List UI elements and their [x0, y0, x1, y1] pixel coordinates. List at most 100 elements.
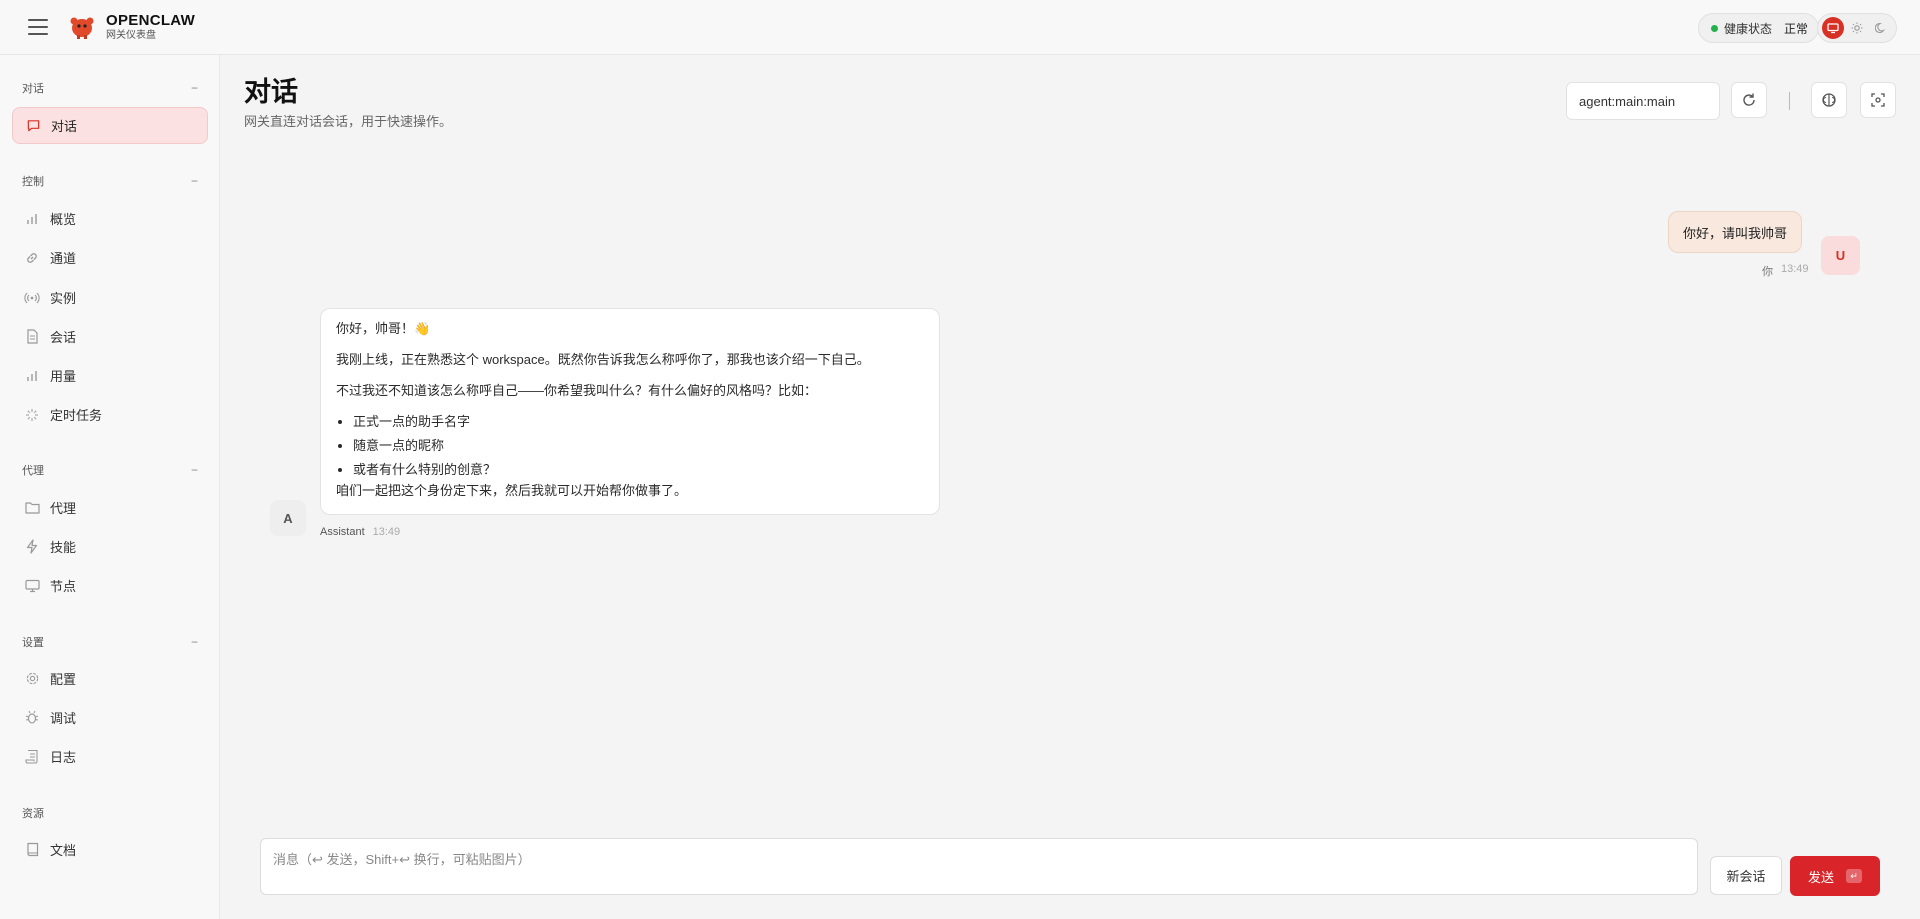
file-icon — [24, 329, 40, 345]
sidebar-item-label: 配置 — [50, 672, 77, 687]
sidebar-item-channels[interactable]: 通道 — [12, 239, 208, 276]
sidebar-item-sessions[interactable]: 会话 — [12, 318, 208, 355]
group-title: 对话 — [22, 83, 44, 95]
assistant-avatar: A — [270, 500, 306, 536]
scroll-icon — [24, 749, 40, 765]
assistant-message-meta: Assistant 13:49 — [320, 526, 400, 538]
health-value: 正常 — [1784, 21, 1809, 36]
chat-icon — [25, 118, 41, 134]
sidebar-item-skills[interactable]: 技能 — [12, 528, 208, 565]
group-title: 资源 — [22, 808, 44, 820]
moon-icon[interactable] — [1870, 17, 1892, 39]
user-avatar: U — [1821, 236, 1860, 275]
sidebar-item-label: 用量 — [50, 369, 77, 384]
sender-name: 你 — [1762, 266, 1773, 278]
sidebar-item-label: 对话 — [51, 119, 78, 134]
sidebar-item-nodes[interactable]: 节点 — [12, 567, 208, 604]
menu-icon[interactable] — [28, 19, 48, 35]
collapse-icon[interactable]: − — [191, 174, 198, 188]
brand-subtitle: 网关仪表盘 — [106, 30, 156, 41]
refresh-button[interactable] — [1731, 82, 1767, 118]
new-session-button[interactable]: 新会话 — [1710, 856, 1782, 895]
list-item: 或者有什么特别的创意？ — [353, 461, 924, 479]
sidebar-item-debug[interactable]: 调试 — [12, 699, 208, 736]
sidebar-item-label: 会话 — [50, 330, 77, 345]
bolt-icon — [24, 539, 40, 555]
theme-switcher — [1817, 13, 1897, 43]
list-item: 随意一点的昵称 — [353, 437, 924, 455]
send-label: 发送 — [1807, 869, 1834, 885]
toolbar-divider — [1789, 92, 1790, 110]
sidebar-item-instances[interactable]: 实例 — [12, 279, 208, 316]
group-title: 控制 — [22, 176, 44, 188]
monitor-icon — [24, 578, 40, 594]
user-message-bubble: 你好，请叫我帅哥 — [1668, 211, 1803, 253]
collapse-icon[interactable]: − — [191, 635, 198, 649]
bar-chart-icon — [24, 368, 40, 384]
gear-icon — [24, 671, 40, 687]
message-time: 13:49 — [372, 526, 401, 538]
sidebar-group-settings[interactable]: 设置 − — [22, 634, 198, 650]
sidebar-item-chat[interactable]: 对话 — [12, 107, 208, 144]
sun-icon[interactable] — [1846, 17, 1868, 39]
brand-name: OPENCLAW — [106, 12, 196, 29]
bug-icon — [24, 710, 40, 726]
sidebar-item-label: 代理 — [50, 501, 77, 516]
sidebar-item-scheduled-tasks[interactable]: 定时任务 — [12, 396, 208, 433]
sidebar-item-label: 调试 — [50, 711, 77, 726]
list-item: 正式一点的助手名字 — [353, 413, 924, 431]
top-bar: OPENCLAW 网关仪表盘 健康状态 正常 — [0, 0, 1920, 55]
sidebar-item-label: 节点 — [50, 579, 77, 594]
sidebar-item-agents[interactable]: 代理 — [12, 489, 208, 526]
collapse-icon[interactable]: − — [191, 81, 198, 95]
collapse-icon[interactable]: − — [191, 463, 198, 477]
brain-icon — [1822, 93, 1836, 107]
sidebar: 对话 − 对话 控制 − 概览 通道 实例 会话 用量 定时任务 代理 − 代理… — [0, 55, 220, 919]
sidebar-group-agents[interactable]: 代理 − — [22, 462, 198, 478]
thinking-toggle-button[interactable] — [1811, 82, 1847, 118]
refresh-icon — [1743, 93, 1755, 106]
message-input[interactable] — [260, 838, 1698, 895]
message-time: 13:49 — [1781, 263, 1809, 275]
group-title: 设置 — [22, 637, 44, 649]
sidebar-item-label: 实例 — [50, 291, 77, 306]
assistant-greeting: 你好，帅哥！👋 — [336, 321, 431, 336]
sidebar-item-label: 通道 — [50, 251, 77, 266]
status-dot-icon — [1711, 24, 1718, 32]
sidebar-item-overview[interactable]: 概览 — [12, 200, 208, 237]
enter-key-icon: ↵ — [1846, 869, 1862, 883]
focus-mode-button[interactable] — [1860, 82, 1896, 118]
sidebar-item-label: 定时任务 — [50, 408, 103, 423]
loader-icon — [24, 407, 40, 423]
page-title: 对话 — [244, 77, 298, 107]
session-select[interactable]: agent:main:main — [1566, 82, 1720, 120]
group-title: 代理 — [22, 465, 44, 477]
sidebar-group-chat[interactable]: 对话 − — [22, 80, 198, 96]
health-label: 健康状态 — [1724, 21, 1773, 36]
sidebar-item-docs[interactable]: 文档 — [12, 831, 208, 868]
assistant-message-bubble: 你好，帅哥！👋 我刚上线，正在熟悉这个 workspace。既然你告诉我怎么称呼… — [320, 308, 940, 515]
sidebar-item-label: 文档 — [50, 843, 77, 858]
sidebar-item-label: 技能 — [50, 540, 77, 555]
book-icon — [24, 842, 40, 858]
folder-icon — [24, 500, 40, 516]
assistant-list: 正式一点的助手名字 随意一点的昵称 或者有什么特别的创意？ — [353, 413, 924, 479]
page-subtitle: 网关直连对话会话，用于快速操作。 — [244, 114, 453, 129]
sidebar-group-control[interactable]: 控制 − — [22, 173, 198, 189]
sender-name: Assistant — [320, 526, 365, 538]
sidebar-item-config[interactable]: 配置 — [12, 660, 208, 697]
sidebar-item-label: 日志 — [50, 750, 77, 765]
assistant-closing: 咱们一起把这个身份定下来，然后我就可以开始帮你做事了。 — [336, 483, 688, 498]
assistant-paragraph: 不过我还不知道该怎么称呼自己——你希望我叫什么？有什么偏好的风格吗？比如： — [336, 383, 818, 398]
sidebar-item-label: 概览 — [50, 212, 77, 227]
send-button[interactable]: 发送 ↵ — [1790, 856, 1880, 896]
sidebar-group-resources: 资源 — [22, 805, 198, 821]
sidebar-item-usage[interactable]: 用量 — [12, 357, 208, 394]
health-status-badge: 健康状态 正常 — [1698, 13, 1820, 43]
focus-icon — [1871, 93, 1885, 107]
sidebar-item-logs[interactable]: 日志 — [12, 738, 208, 775]
lobster-logo-icon — [70, 17, 94, 39]
bar-chart-icon — [24, 211, 40, 227]
monitor-icon[interactable] — [1822, 17, 1844, 39]
user-message-meta: 你 13:49 — [1762, 263, 1809, 279]
